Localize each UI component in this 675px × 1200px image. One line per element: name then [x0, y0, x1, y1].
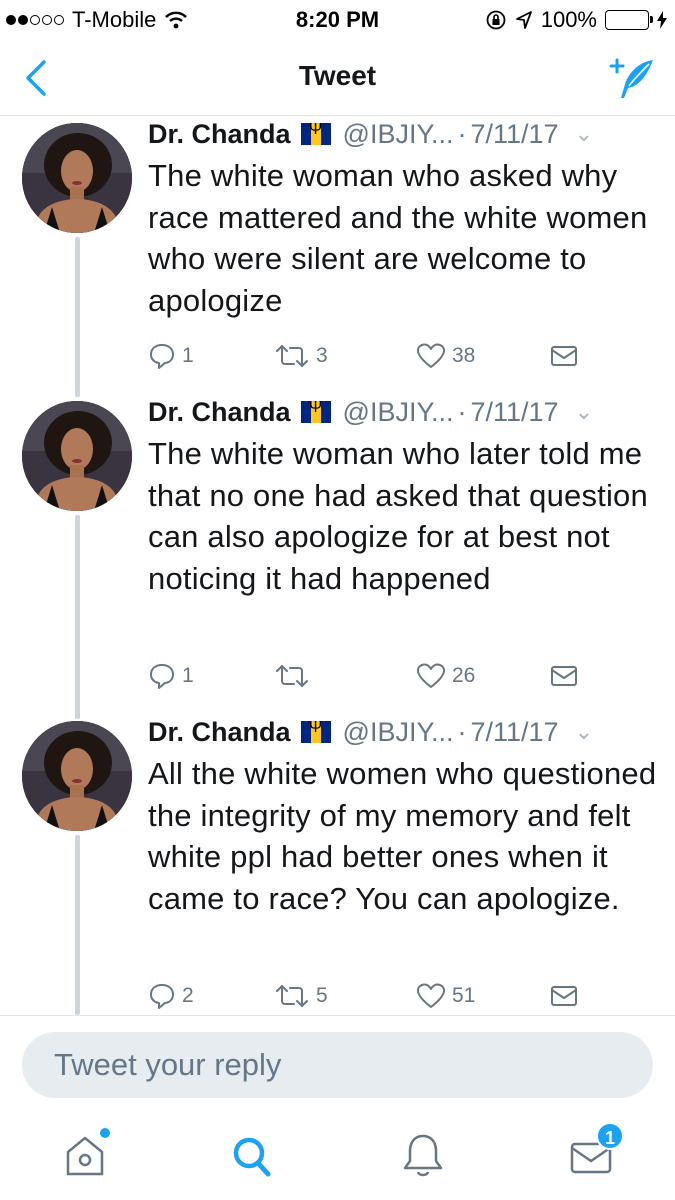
direct-message-icon [551, 986, 577, 1006]
barbados-flag-icon [300, 399, 331, 423]
reply-button[interactable]: 1 [148, 662, 194, 690]
tweet-text: All the white women who questioned the i… [148, 756, 657, 916]
like-icon [417, 343, 445, 368]
thread-line [75, 515, 80, 719]
search-icon [233, 1137, 271, 1177]
tweet-item[interactable]: Dr. Chanda @IBJIY... · 7/11/17 ⌄ All the… [0, 715, 675, 1015]
author-name[interactable]: Dr. Chanda [148, 717, 291, 748]
tweet-text: The white woman who later told me that n… [148, 436, 648, 596]
reply-input[interactable] [22, 1032, 653, 1098]
like-count: 38 [452, 344, 476, 367]
chevron-down-icon[interactable]: ⌄ [575, 719, 593, 745]
tab-messages[interactable]: 1 [562, 1122, 624, 1184]
reply-count: 1 [182, 344, 194, 367]
author-handle[interactable]: @IBJIY... [343, 119, 454, 150]
tab-home[interactable] [56, 1128, 116, 1184]
separator: · [457, 716, 467, 747]
retweet-count: 5 [316, 984, 328, 1007]
reply-icon [150, 664, 174, 689]
battery-percent: 100% [540, 7, 597, 32]
reply-icon [150, 344, 174, 369]
tab-search[interactable] [222, 1128, 282, 1184]
reply-count: 2 [182, 984, 194, 1007]
barbados-flag-icon [300, 121, 331, 145]
direct-message-button[interactable] [550, 664, 578, 688]
like-count: 26 [452, 664, 476, 687]
author-name[interactable]: Dr. Chanda [148, 119, 291, 150]
separator: · [457, 396, 467, 427]
charging-bolt-icon [657, 11, 667, 29]
reply-icon [150, 984, 174, 1009]
author-handle[interactable]: @IBJIY... [343, 397, 454, 428]
retweet-button[interactable]: 5 [274, 982, 328, 1010]
direct-message-button[interactable] [550, 984, 578, 1008]
like-button[interactable]: 38 [416, 342, 475, 370]
reply-button[interactable]: 1 [148, 342, 194, 370]
tweet-date[interactable]: 7/11/17 [470, 119, 558, 150]
home-notification-dot [100, 1128, 110, 1138]
navigation-bar: Tweet [0, 40, 675, 116]
location-arrow-icon [515, 11, 532, 29]
direct-message-icon [551, 666, 577, 686]
tab-notifications[interactable] [393, 1128, 453, 1184]
chevron-down-icon[interactable]: ⌄ [575, 399, 593, 425]
retweet-button[interactable] [274, 662, 316, 690]
tweet-header: Dr. Chanda @IBJIY... · 7/11/17 ⌄ [148, 715, 658, 749]
tweet-text: The white woman who asked why race matte… [148, 158, 648, 318]
retweet-count: 3 [316, 344, 328, 367]
tweet-actions: 1 26 [148, 659, 588, 693]
tab-bar: 1 [0, 1112, 675, 1200]
direct-message-button[interactable] [550, 344, 578, 368]
compose-tweet-icon[interactable] [609, 54, 657, 102]
messages-badge: 1 [596, 1122, 624, 1150]
status-bar: T-Mobile 8:20 PM 100% [0, 0, 675, 40]
page-title: Tweet [298, 60, 377, 91]
like-button[interactable]: 26 [416, 662, 475, 690]
chevron-down-icon[interactable]: ⌄ [575, 121, 593, 147]
tweet-date[interactable]: 7/11/17 [470, 717, 558, 748]
battery-icon [605, 10, 653, 30]
like-button[interactable]: 51 [416, 982, 475, 1010]
notifications-icon [403, 1134, 443, 1177]
reply-button[interactable]: 2 [148, 982, 194, 1010]
reply-count: 1 [182, 664, 194, 687]
author-handle[interactable]: @IBJIY... [343, 717, 454, 748]
tweet-actions: 2 5 51 [148, 979, 588, 1013]
tweet-item[interactable]: Dr. Chanda @IBJIY... · 7/11/17 ⌄ The whi… [0, 117, 675, 397]
reply-bar [0, 1015, 675, 1111]
avatar[interactable] [22, 401, 132, 511]
tweet-header: Dr. Chanda @IBJIY... · 7/11/17 ⌄ [148, 395, 658, 429]
like-count: 51 [452, 984, 476, 1007]
retweet-button[interactable]: 3 [274, 342, 328, 370]
tweet-item[interactable]: Dr. Chanda @IBJIY... · 7/11/17 ⌄ The whi… [0, 395, 675, 719]
direct-message-icon [551, 346, 577, 366]
retweet-icon [276, 345, 308, 367]
separator: · [457, 118, 467, 149]
tweet-thread: Dr. Chanda @IBJIY... · 7/11/17 ⌄ The whi… [0, 117, 675, 1015]
tweet-date[interactable]: 7/11/17 [470, 397, 558, 428]
barbados-flag-icon [300, 719, 331, 743]
thread-line [75, 237, 80, 397]
retweet-icon [276, 985, 308, 1007]
avatar[interactable] [22, 721, 132, 831]
like-icon [417, 663, 445, 688]
orientation-lock-icon [486, 10, 506, 30]
retweet-icon [276, 665, 308, 687]
status-right: 100% [485, 7, 667, 33]
thread-line [75, 835, 80, 1015]
tweet-actions: 1 3 38 [148, 339, 588, 373]
like-icon [417, 983, 445, 1008]
tweet-header: Dr. Chanda @IBJIY... · 7/11/17 ⌄ [148, 117, 658, 151]
author-name[interactable]: Dr. Chanda [148, 397, 291, 428]
avatar[interactable] [22, 123, 132, 233]
